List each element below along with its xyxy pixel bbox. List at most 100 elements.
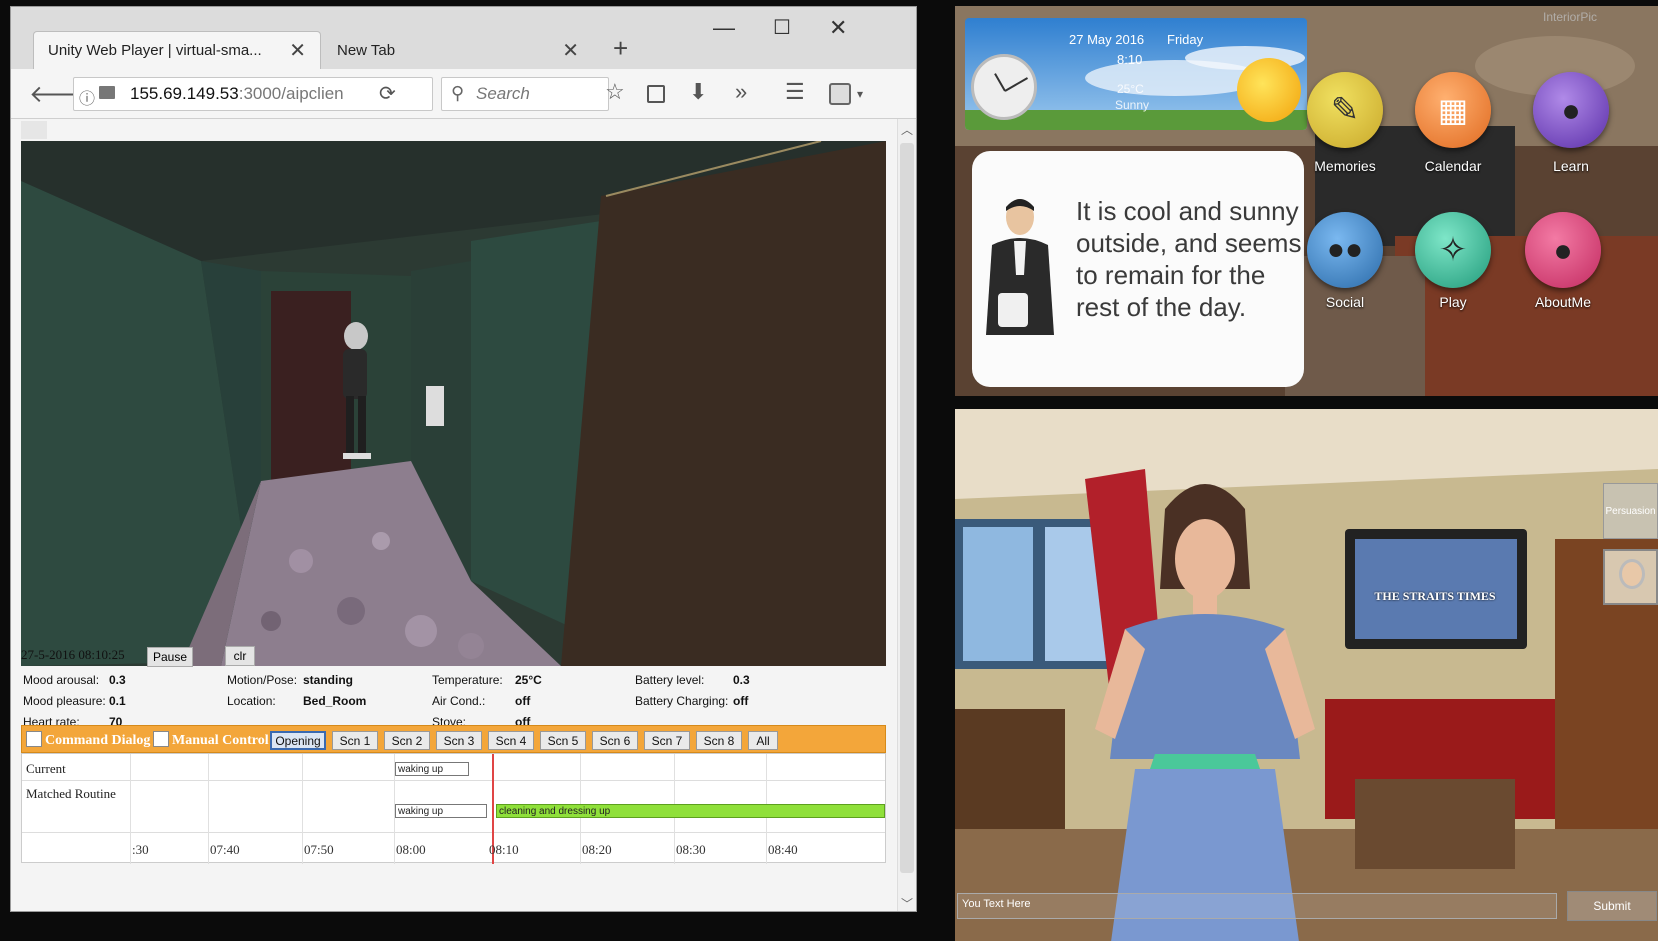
url-host: 155.69.149.53 xyxy=(130,84,239,103)
scene-all-button[interactable]: All xyxy=(748,731,778,750)
play-label: Play xyxy=(1439,294,1467,310)
close-tab-icon[interactable]: ✕ xyxy=(289,38,306,63)
command-dialog-checkbox[interactable] xyxy=(26,731,42,747)
analog-clock-icon xyxy=(971,54,1037,120)
learn-label: Learn xyxy=(1553,158,1589,174)
chat-text-input[interactable]: You Text Here xyxy=(957,893,1557,919)
aircond-label: Air Cond.: xyxy=(432,694,486,708)
unity-plugin-tab xyxy=(21,121,47,139)
assistant-speech-bubble: It is cool and sunny outside, and seems … xyxy=(972,151,1304,387)
scroll-down-arrow-icon[interactable]: ﹀ xyxy=(901,895,913,911)
speech-text: It is cool and sunny outside, and seems … xyxy=(1076,196,1302,322)
routine-timeline: Current Matched Routine waking up waking… xyxy=(21,753,886,864)
extension-icon[interactable] xyxy=(829,83,851,105)
living-room-3d-view[interactable]: THE STRAITS TIMES Persuasion You Text He… xyxy=(955,409,1658,941)
tv-newspaper-title: THE STRAITS TIMES xyxy=(1374,589,1496,603)
grid-line xyxy=(302,754,303,864)
persuasion-button[interactable]: Persuasion xyxy=(1603,483,1658,539)
bookmark-star-icon[interactable]: ☆ xyxy=(605,79,625,105)
scene-5-button[interactable]: Scn 5 xyxy=(540,731,586,750)
grid-line xyxy=(130,754,131,864)
tab-new-tab[interactable]: New Tab ✕ xyxy=(323,31,593,69)
sun-face-icon xyxy=(1237,58,1301,122)
scene-1-button[interactable]: Scn 1 xyxy=(332,731,378,750)
page-icon xyxy=(99,86,115,99)
manual-control-label: Manual Control xyxy=(172,733,269,748)
scene-7-button[interactable]: Scn 7 xyxy=(644,731,690,750)
dropdown-icon[interactable]: ▾ xyxy=(857,87,863,101)
sim-datetime: 27-5-2016 08:10:25 xyxy=(21,647,125,662)
location-label: Location: xyxy=(227,694,276,708)
tab-unity-web-player[interactable]: Unity Web Player | virtual-sma... ✕ xyxy=(33,31,321,69)
unity-3d-view[interactable] xyxy=(21,141,886,666)
current-activity-block[interactable]: waking up xyxy=(395,762,469,776)
tick-label: :30 xyxy=(132,842,149,857)
scene-2-button[interactable]: Scn 2 xyxy=(384,731,430,750)
hallway-scene-render xyxy=(21,141,886,666)
search-placeholder: Search xyxy=(476,84,530,103)
location-value: Bed_Room xyxy=(303,694,367,708)
temperature-value: 25°C xyxy=(515,673,542,687)
scene-4-button[interactable]: Scn 4 xyxy=(488,731,534,750)
calendar-app-button[interactable]: ▦ xyxy=(1415,72,1491,148)
mood-pleasure-value: 0.1 xyxy=(109,694,126,708)
battery-charging-value: off xyxy=(733,694,749,708)
battery-charging-label: Battery Charging: xyxy=(635,694,729,708)
row-divider xyxy=(22,832,885,833)
window-close-icon[interactable]: ✕ xyxy=(829,15,847,41)
learn-app-button[interactable]: ● xyxy=(1533,72,1609,148)
memories-app-button[interactable]: ✎ xyxy=(1307,72,1383,148)
minimize-icon[interactable]: — xyxy=(713,15,735,41)
scene-6-button[interactable]: Scn 6 xyxy=(592,731,638,750)
weather-day: Friday xyxy=(1167,32,1204,47)
close-tab-icon[interactable]: ✕ xyxy=(562,38,579,63)
weather-condition: Sunny xyxy=(1115,98,1150,112)
person-icon: ● xyxy=(1553,231,1573,268)
clock-hour-hand xyxy=(994,73,1006,92)
weather-widget: 27 May 2016 Friday 8:10 25°C Sunny xyxy=(965,18,1307,130)
reading-list-icon[interactable] xyxy=(647,85,665,103)
chat-input-bar: You Text Here Submit xyxy=(955,887,1658,927)
grid-line xyxy=(208,754,209,864)
tick-label: 07:40 xyxy=(210,842,240,857)
matched-activity-block[interactable]: waking up xyxy=(395,804,487,818)
search-icon: ⚲ xyxy=(451,83,465,103)
interiorpic-watermark: InteriorPic xyxy=(1543,10,1598,24)
weather-time: 8:10 xyxy=(1117,52,1143,67)
scene-opening-button[interactable]: Opening xyxy=(270,731,326,750)
calendar-icon: ▦ xyxy=(1437,92,1469,128)
reload-icon[interactable]: ⟳ xyxy=(379,81,396,106)
tab-title: New Tab xyxy=(337,41,396,59)
new-tab-plus-icon[interactable]: + xyxy=(613,33,628,64)
matched-routine-row-label: Matched Routine xyxy=(26,786,116,801)
manual-control-checkbox[interactable] xyxy=(153,731,169,747)
download-icon[interactable]: ⬇ xyxy=(689,79,707,105)
overflow-chevron-icon[interactable]: » xyxy=(735,79,747,105)
menu-icon[interactable]: ☰ xyxy=(785,79,805,105)
play-app-button[interactable]: ✧ xyxy=(1415,212,1491,288)
assistant-home-panel: InteriorPic 27 May 2016 Friday 8:10 25°C… xyxy=(955,6,1658,396)
social-app-button[interactable]: ●● xyxy=(1307,212,1383,288)
clear-button[interactable]: clr xyxy=(225,646,255,666)
url-path: :3000/aipclien xyxy=(238,84,344,103)
battery-level-value: 0.3 xyxy=(733,673,750,687)
elderly-user-avatar[interactable] xyxy=(1603,549,1658,605)
scrollbar-thumb[interactable] xyxy=(900,143,914,873)
memories-label: Memories xyxy=(1314,158,1376,174)
pause-button[interactable]: Pause xyxy=(147,647,193,667)
chat-placeholder: You Text Here xyxy=(962,898,1031,910)
info-icon[interactable]: ⓘ xyxy=(79,85,95,109)
aboutme-app-button[interactable]: ● xyxy=(1525,212,1601,288)
temperature-label: Temperature: xyxy=(432,673,503,687)
matched-activity-block-active[interactable]: cleaning and dressing up xyxy=(496,804,885,818)
submit-button[interactable]: Submit xyxy=(1567,891,1657,921)
scene-8-button[interactable]: Scn 8 xyxy=(696,731,742,750)
scene-3-button[interactable]: Scn 3 xyxy=(436,731,482,750)
maximize-icon[interactable]: ☐ xyxy=(773,15,791,40)
tick-label: 08:10 xyxy=(489,842,519,857)
search-input[interactable]: Search xyxy=(441,77,609,111)
tick-label: 08:20 xyxy=(582,842,612,857)
tick-label: 08:00 xyxy=(396,842,426,857)
motion-label: Motion/Pose: xyxy=(227,673,298,687)
scroll-up-arrow-icon[interactable]: ︿ xyxy=(901,121,913,138)
